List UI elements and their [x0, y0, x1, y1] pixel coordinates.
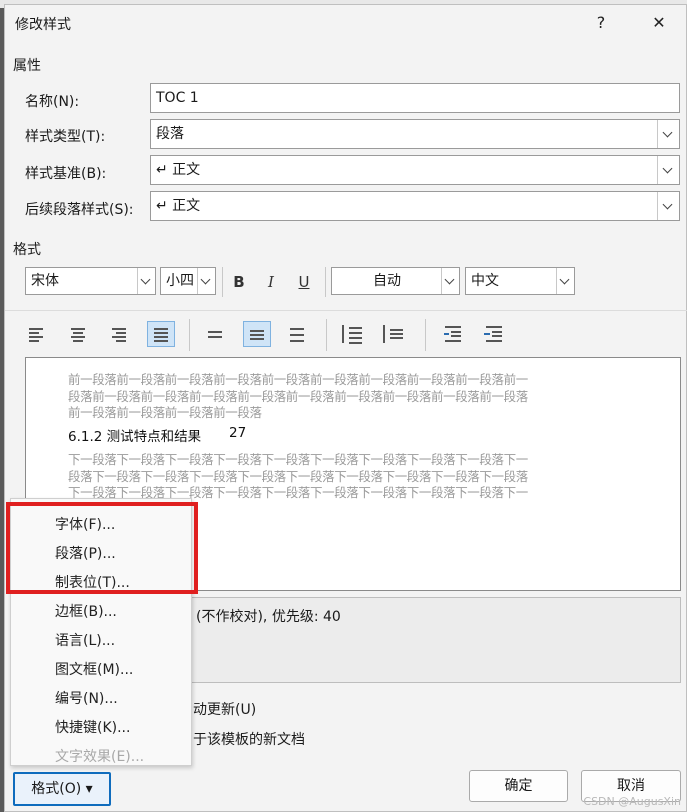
align-left-icon[interactable]: [23, 321, 51, 347]
toolbar-separator: [5, 310, 687, 311]
highlight-annotation-box: [6, 502, 198, 594]
sample-page-number: 27: [229, 425, 247, 441]
single-spacing-icon[interactable]: [201, 321, 229, 347]
style-type-label: 样式类型(T):: [25, 129, 106, 145]
toolbar-divider: [425, 319, 426, 351]
name-input[interactable]: TOC 1: [150, 83, 680, 113]
ok-button[interactable]: 确定: [469, 770, 568, 802]
style-type-select[interactable]: 段落: [150, 119, 680, 149]
toolbar-divider: [326, 319, 327, 351]
underline-button[interactable]: U: [291, 270, 317, 294]
double-spacing-icon[interactable]: [283, 321, 311, 347]
toolbar-divider: [189, 319, 190, 351]
bold-button[interactable]: B: [226, 270, 252, 294]
close-button[interactable]: ✕: [646, 11, 672, 35]
style-type-value: 段落: [156, 126, 184, 142]
watermark-text: CSDN @AugusXin: [583, 795, 681, 808]
chevron-down-icon[interactable]: [137, 268, 155, 294]
decrease-spacing-before-icon[interactable]: [380, 321, 408, 347]
chevron-down-icon[interactable]: [556, 268, 574, 294]
decrease-indent-icon[interactable]: [439, 321, 467, 347]
toolbar-divider: [325, 267, 326, 297]
name-label: 名称(N):: [25, 94, 80, 110]
menu-item-frame[interactable]: 图文框(M)...: [55, 659, 133, 679]
font-color-value: 自动: [373, 273, 401, 289]
sample-paragraph-text: 6.1.2 测试特点和结果: [68, 429, 202, 445]
menu-item-shortcut-key[interactable]: 快捷键(K)...: [55, 717, 130, 737]
chevron-down-icon[interactable]: [197, 268, 215, 294]
menu-item-language[interactable]: 语言(L)...: [55, 630, 115, 650]
italic-button[interactable]: I: [258, 270, 284, 294]
menu-item-text-effects: 文字效果(E)...: [55, 749, 145, 765]
next-style-label: 后续段落样式(S):: [25, 202, 134, 218]
increase-indent-icon[interactable]: [480, 321, 508, 347]
font-color-select[interactable]: 自动: [331, 267, 460, 295]
font-size-select[interactable]: 小四: [160, 267, 216, 295]
dialog-title: 修改样式: [15, 17, 71, 33]
template-radio-label[interactable]: 于该模板的新文档: [193, 729, 305, 749]
language-select[interactable]: 中文: [465, 267, 575, 295]
one-half-spacing-icon[interactable]: [243, 321, 271, 347]
increase-spacing-before-icon[interactable]: [339, 321, 367, 347]
font-select[interactable]: 宋体: [25, 267, 156, 295]
help-button[interactable]: ?: [588, 11, 614, 35]
align-justify-icon[interactable]: [147, 321, 175, 347]
based-on-select[interactable]: ↵ 正文: [150, 155, 680, 185]
language-value: 中文: [471, 273, 499, 289]
font-value: 宋体: [31, 273, 59, 289]
auto-update-checkbox-label[interactable]: 动更新(U): [193, 699, 256, 719]
based-on-label: 样式基准(B):: [25, 166, 107, 182]
next-style-select[interactable]: ↵ 正文: [150, 191, 680, 221]
chevron-down-icon[interactable]: [441, 268, 459, 294]
font-size-value: 小四: [166, 273, 194, 289]
menu-item-border[interactable]: 边框(B)...: [55, 601, 117, 621]
format-section-label: 格式: [13, 242, 41, 258]
next-style-value: ↵ 正文: [156, 198, 201, 214]
chevron-down-icon[interactable]: [657, 156, 679, 184]
chevron-down-icon[interactable]: [657, 120, 679, 148]
chevron-down-icon[interactable]: [657, 192, 679, 220]
toolbar-divider: [222, 267, 223, 297]
style-description-text: (不作校对), 优先级: 40: [196, 609, 341, 625]
next-paragraph-text: 下一段落下一段落下一段落下一段落下一段落下一段落下一段落下一段落下一段落下一 段…: [68, 452, 528, 500]
properties-section-label: 属性: [13, 58, 41, 74]
align-center-icon[interactable]: [64, 321, 92, 347]
based-on-value: ↵ 正文: [156, 162, 201, 178]
format-menu-button[interactable]: 格式(O) ▾: [13, 772, 111, 806]
align-right-icon[interactable]: [105, 321, 133, 347]
previous-paragraph-text: 前一段落前一段落前一段落前一段落前一段落前一段落前一段落前一段落前一段落前一 段…: [68, 372, 528, 420]
menu-item-numbering[interactable]: 编号(N)...: [55, 688, 118, 708]
